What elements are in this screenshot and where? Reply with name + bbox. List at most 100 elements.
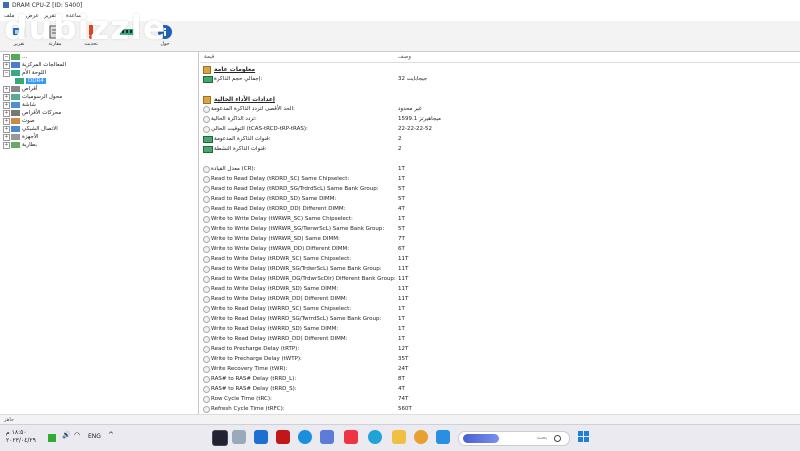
row-value: 11T: [398, 286, 409, 292]
taskbar-search[interactable]: بحث: [458, 431, 570, 446]
app-icon-notepad[interactable]: [232, 430, 246, 444]
row-field: Read to Write Delay (tRDWR_SD) Same DIMM…: [211, 286, 339, 292]
row-value: 1T: [398, 216, 405, 222]
report-button[interactable]: تقرير: [2, 23, 36, 49]
row-field: Write to Read Delay (tWRRD_SG/TwrrdScL) …: [211, 316, 382, 322]
table-row[interactable]: Read to Write Delay (tRDWR_DD) Different…: [200, 294, 800, 304]
app-icon-terminal[interactable]: [212, 430, 228, 446]
row-field: Write to Read Delay (tWRRD_SD) Same DIMM…: [211, 326, 339, 332]
row-value: 12T: [398, 346, 409, 352]
row-field: Read to Read Delay (tRDRD_SD) Same DIMM:: [211, 196, 337, 202]
table-row[interactable]: RAS# to RAS# Delay (tRRD_S): 4T: [200, 384, 800, 394]
row-field: Write to Precharge Delay (tWTP):: [211, 356, 302, 362]
table-row[interactable]: Row Cycle Time (tRC): 74T: [200, 394, 800, 404]
details-panel[interactable]: قيمة وصف معلومات عامة إجمالي حجم الذاكرة…: [200, 52, 800, 414]
app-icon-file-explorer[interactable]: [392, 430, 406, 444]
table-row[interactable]: Read to Write Delay (tRDWR_SG/TrdwrScL) …: [200, 264, 800, 274]
expand-icon[interactable]: +: [3, 118, 10, 125]
memory-icon: [203, 146, 213, 153]
app-icon-store[interactable]: [436, 430, 450, 444]
bullet-icon: [203, 296, 210, 303]
table-row[interactable]: RAS# to RAS# Delay (tRRD_L): 8T: [200, 374, 800, 384]
menu-item-view[interactable]: عرض: [26, 13, 39, 19]
table-row[interactable]: معدل القيادة (CR): 1T: [200, 164, 800, 174]
refresh-button[interactable]: تحديث: [74, 23, 108, 49]
bullet-icon: [203, 226, 210, 233]
row-field: Write to Write Delay (tWRWR_SD) Same DIM…: [211, 236, 340, 242]
network-icon: [11, 126, 20, 132]
expand-icon[interactable]: +: [3, 94, 10, 101]
table-row[interactable]: Write to Read Delay (tWRRD_SG/TwrrdScL) …: [200, 314, 800, 324]
expand-icon[interactable]: +: [3, 126, 10, 133]
wifi-icon[interactable]: ◠: [74, 431, 80, 439]
expand-icon[interactable]: +: [3, 134, 10, 141]
expand-icon[interactable]: +: [3, 110, 10, 117]
table-row[interactable]: Read to Read Delay (tRDRD_SG/TrdrdScL) S…: [200, 184, 800, 194]
table-row[interactable]: Refresh Cycle Time (tRFC): 560T: [200, 404, 800, 414]
table-row[interactable]: Write to Write Delay (tWRWR_SD) Same DIM…: [200, 234, 800, 244]
collapse-icon[interactable]: −: [3, 54, 10, 61]
header-value[interactable]: وصف: [398, 54, 411, 60]
app-icon-chrome[interactable]: [414, 430, 428, 444]
expand-icon[interactable]: +: [3, 142, 10, 149]
chevron-up-icon[interactable]: ^: [108, 431, 114, 439]
table-row[interactable]: Write to Write Delay (tWRWR_DD) Differen…: [200, 244, 800, 254]
table-row[interactable]: Write to Read Delay (tWRRD_SC) Same Chip…: [200, 304, 800, 314]
start-button[interactable]: [578, 431, 590, 443]
app-icon-zoom[interactable]: [298, 430, 312, 444]
table-row[interactable]: Read to Precharge Delay (tRTP): 12T: [200, 344, 800, 354]
table-row[interactable]: Write to Precharge Delay (tWTP): 35T: [200, 354, 800, 364]
table-row[interactable]: Read to Read Delay (tRDRD_SC) Same Chips…: [200, 174, 800, 184]
bullet-icon: [203, 106, 210, 113]
menu-bar: ملف عرض تقرير مساعدة: [0, 11, 800, 21]
bullet-icon: [203, 336, 210, 343]
table-row[interactable]: Write to Read Delay (tWRRD_SD) Same DIMM…: [200, 324, 800, 334]
row-value: 4T: [398, 206, 405, 212]
row-value: 1T: [398, 316, 405, 322]
app-icon-teams[interactable]: [320, 430, 334, 444]
table-row[interactable]: الحد الأقصى لتردد الذاكرة المدعومة: غير م…: [200, 104, 800, 114]
app-icon-mcafee[interactable]: [276, 430, 290, 444]
language-indicator[interactable]: ENG: [88, 433, 101, 440]
table-row[interactable]: Read to Write Delay (tRDWR_DG/TrdwrScDlr…: [200, 274, 800, 284]
app-icon-anydesk[interactable]: [344, 430, 358, 444]
volume-icon[interactable]: 🔊: [62, 431, 71, 439]
bullet-icon: [203, 206, 210, 213]
expand-icon[interactable]: +: [3, 62, 10, 69]
table-row[interactable]: Write to Write Delay (tWRWR_SC) Same Chi…: [200, 214, 800, 224]
table-row[interactable]: Write Recovery Time (tWR): 24T: [200, 364, 800, 374]
table-row[interactable]: التوقيت الحالي (tCAS-tRCD-tRP-tRAS): 22-2…: [200, 124, 800, 134]
clock[interactable]: ١٨:٥٠ م ٢٠٢٣/٠٤/٢٩: [6, 429, 36, 445]
row-value: 560T: [398, 406, 412, 412]
collapse-icon[interactable]: −: [3, 70, 10, 77]
expand-icon[interactable]: +: [3, 86, 10, 93]
menu-item-help[interactable]: مساعدة: [66, 13, 85, 19]
row-field: Read to Read Delay (tRDRD_SG/TrdrdScL) S…: [211, 186, 379, 192]
row-value: 11T: [398, 276, 409, 282]
table-row[interactable]: تردد الذاكرة الحالية: 1599.1 ميجاهيرتز: [200, 114, 800, 124]
table-row[interactable]: Write to Write Delay (tWRWR_SG/TwrwrScL)…: [200, 224, 800, 234]
bullet-icon: [203, 176, 210, 183]
header-field[interactable]: قيمة: [204, 54, 214, 60]
table-row[interactable]: Read to Read Delay (tRDRD_DD) Different …: [200, 204, 800, 214]
menu-item-file[interactable]: ملف: [4, 13, 14, 19]
row-field: Write to Write Delay (tWRWR_SC) Same Chi…: [211, 216, 353, 222]
about-button[interactable]: حول: [148, 23, 182, 49]
table-row[interactable]: قنوات الذاكرة المدعومة: 2: [200, 134, 800, 144]
app-icon-edge[interactable]: [368, 430, 382, 444]
app-icon-outlook[interactable]: [254, 430, 268, 444]
compare-button[interactable]: مقارنة: [38, 23, 72, 49]
table-row[interactable]: Read to Write Delay (tRDWR_SD) Same DIMM…: [200, 284, 800, 294]
table-row[interactable]: قنوات الذاكرة النشطة: 2: [200, 144, 800, 154]
chat-icon[interactable]: [48, 434, 56, 442]
table-row[interactable]: Write to Read Delay (tWRRD_DD) Different…: [200, 334, 800, 344]
board-button[interactable]: [110, 23, 144, 49]
table-row[interactable]: إجمالي حجم الذاكرة: 32 جيجابايت: [200, 74, 800, 84]
toolbar: تقرير مقارنة تحديث حول: [0, 21, 800, 52]
table-row[interactable]: Read to Write Delay (tRDWR_SC) Same Chip…: [200, 254, 800, 264]
table-row[interactable]: Read to Read Delay (tRDRD_SD) Same DIMM:…: [200, 194, 800, 204]
row-field: Row Cycle Time (tRC):: [211, 396, 272, 402]
menu-item-report[interactable]: تقرير: [44, 13, 56, 19]
expand-icon[interactable]: +: [3, 102, 10, 109]
device-tree[interactable]: −... + المعالجات المركزية − اللوحة الأم DD…: [0, 52, 199, 414]
